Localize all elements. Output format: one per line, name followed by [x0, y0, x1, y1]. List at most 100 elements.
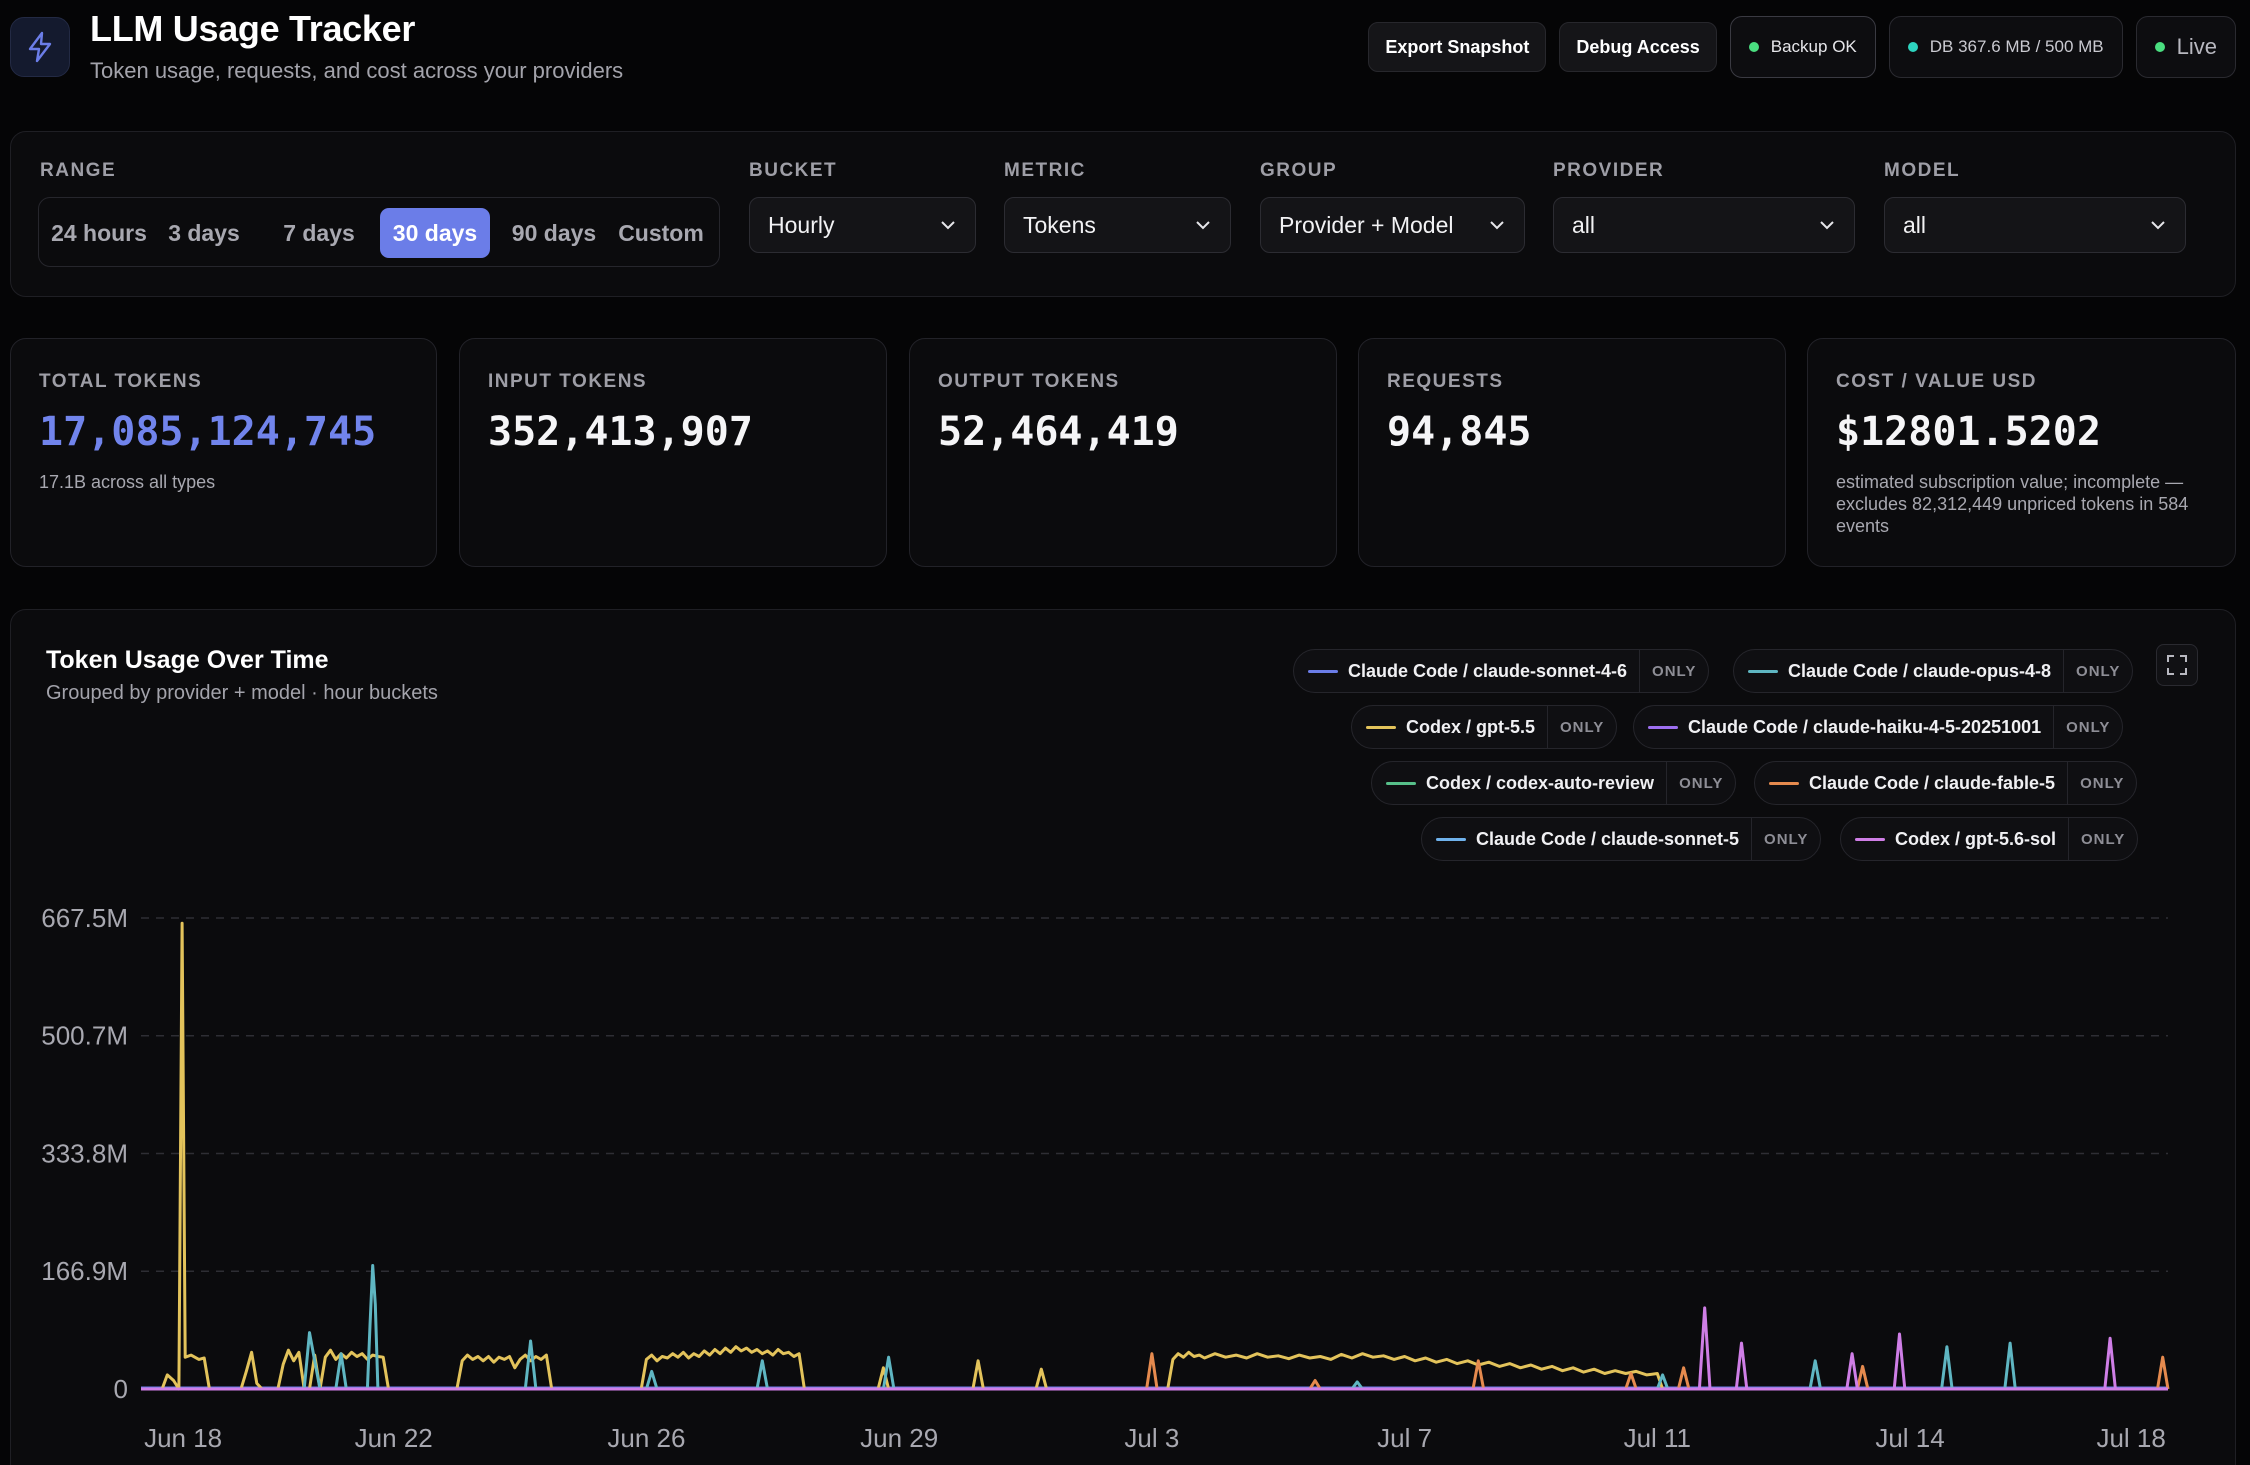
legend-item[interactable]: Codex / gpt-5.6-sol ONLY — [1840, 817, 2139, 861]
range-option-30-days[interactable]: 30 days — [380, 208, 490, 258]
group-label: GROUP — [1260, 160, 1338, 181]
x-tick-label: Jul 11 — [1624, 1423, 1691, 1453]
x-tick-label: Jun 18 — [144, 1423, 222, 1453]
bucket-select-value: Hourly — [768, 211, 835, 238]
y-tick-label: 500.7M — [41, 1021, 128, 1051]
range-selector: 24 hours 3 days 7 days 30 days 90 days C… — [38, 197, 720, 267]
legend-only-button[interactable]: ONLY — [2067, 762, 2136, 804]
stat-card-output-tokens: OUTPUT TOKENS 52,464,419 — [909, 338, 1337, 567]
series-line — [141, 1352, 2170, 1391]
legend-label: Claude Code / claude-haiku-4-5-20251001 — [1688, 716, 2042, 737]
stat-label: INPUT TOKENS — [488, 371, 648, 392]
chevron-down-icon — [2151, 221, 2165, 230]
legend-label: Codex / codex-auto-review — [1426, 772, 1655, 793]
group-select-value: Provider + Model — [1279, 211, 1454, 238]
legend-only-button[interactable]: ONLY — [1666, 762, 1735, 804]
x-tick-label: Jun 22 — [355, 1423, 433, 1453]
legend-swatch — [1386, 781, 1416, 785]
y-tick-label: 166.9M — [41, 1256, 128, 1286]
legend-only-button[interactable]: ONLY — [1639, 650, 1708, 692]
export-snapshot-button[interactable]: Export Snapshot — [1368, 22, 1547, 72]
stat-card-requests: REQUESTS 94,845 — [1358, 338, 1786, 567]
chevron-down-icon — [941, 221, 955, 230]
debug-access-button[interactable]: Debug Access — [1559, 22, 1717, 72]
x-tick-label: Jul 7 — [1377, 1423, 1432, 1453]
chevron-down-icon — [1820, 221, 1834, 230]
range-option-custom[interactable]: Custom — [611, 208, 711, 258]
legend-label: Claude Code / claude-sonnet-4-6 — [1348, 660, 1628, 681]
legend-swatch — [1748, 669, 1778, 673]
legend-label: Claude Code / claude-sonnet-5 — [1476, 828, 1740, 849]
chevron-down-icon — [1490, 221, 1504, 230]
legend-only-button[interactable]: ONLY — [2068, 818, 2137, 860]
legend-label: Claude Code / claude-fable-5 — [1809, 772, 2056, 793]
stat-note: 17.1B across all types — [39, 472, 216, 492]
bucket-label: BUCKET — [749, 160, 838, 181]
y-tick-label: 667.5M — [41, 903, 128, 933]
legend-only-button[interactable]: ONLY — [1751, 818, 1820, 860]
stat-card-total-tokens: TOTAL TOKENS 17,085,124,745 17.1B across… — [10, 338, 437, 567]
legend-only-button[interactable]: ONLY — [2053, 706, 2122, 748]
series-line — [141, 921, 2168, 1391]
provider-label: PROVIDER — [1553, 160, 1665, 181]
page-title: LLM Usage Tracker — [90, 8, 416, 49]
metric-select[interactable]: Tokens — [1004, 197, 1231, 253]
expand-chart-button[interactable] — [2156, 644, 2198, 686]
db-size-badge: DB 367.6 MB / 500 MB — [1888, 16, 2123, 78]
stat-value: 52,464,419 — [938, 409, 1179, 455]
model-select[interactable]: all — [1884, 197, 2186, 253]
stat-note: estimated subscription value; incomplete… — [1836, 472, 2189, 536]
legend-item[interactable]: Claude Code / claude-haiku-4-5-20251001 … — [1633, 705, 2124, 749]
legend-swatch — [1366, 725, 1396, 729]
stat-value: 94,845 — [1387, 409, 1532, 455]
legend-item[interactable]: Claude Code / claude-opus-4-8 ONLY — [1733, 649, 2134, 693]
backup-status-badge: Backup OK — [1729, 16, 1876, 78]
model-select-value: all — [1903, 211, 1927, 238]
live-status-badge: Live — [2135, 16, 2236, 78]
chevron-down-icon — [1196, 221, 1210, 230]
group-select[interactable]: Provider + Model — [1260, 197, 1525, 253]
token-usage-chart: 667.5M 500.7M 333.8M 166.9M 0 Jun 18 Jun 22 Jun… — [41, 903, 2170, 1453]
chart-title: Token Usage Over Time — [46, 646, 329, 674]
stat-value: 17,085,124,745 — [39, 409, 377, 455]
range-option-7-days[interactable]: 7 days — [269, 208, 369, 258]
status-dot-icon — [2154, 42, 2165, 52]
backup-status-label: Backup OK — [1770, 37, 1857, 56]
header-actions: Export Snapshot Debug Access Backup OK D… — [1368, 16, 2236, 78]
legend-swatch — [1648, 725, 1678, 729]
legend-item[interactable]: Codex / codex-auto-review ONLY — [1371, 761, 1737, 805]
db-size-label: DB 367.6 MB / 500 MB — [1929, 37, 2104, 56]
legend-label: Codex / gpt-5.6-sol — [1895, 828, 2057, 849]
stat-label: COST / VALUE USD — [1836, 371, 2037, 392]
range-option-3-days[interactable]: 3 days — [159, 208, 249, 258]
x-tick-label: Jun 26 — [607, 1423, 685, 1453]
legend-swatch — [1436, 837, 1466, 841]
stat-label: OUTPUT TOKENS — [938, 371, 1120, 392]
bucket-select[interactable]: Hourly — [749, 197, 976, 253]
legend-label: Claude Code / claude-opus-4-8 — [1788, 660, 2052, 681]
range-option-90-days[interactable]: 90 days — [499, 208, 609, 258]
legend-only-button[interactable]: ONLY — [1547, 706, 1616, 748]
legend-swatch — [1855, 837, 1885, 841]
legend-item[interactable]: Claude Code / claude-sonnet-4-6 ONLY — [1293, 649, 1710, 693]
provider-select[interactable]: all — [1553, 197, 1855, 253]
app-logo — [10, 17, 70, 77]
legend-item[interactable]: Claude Code / claude-fable-5 ONLY — [1754, 761, 2138, 805]
legend-swatch — [1769, 781, 1799, 785]
x-tick-label: Jul 18 — [2096, 1423, 2165, 1453]
x-tick-label: Jul 14 — [1875, 1423, 1944, 1453]
expand-icon — [2167, 655, 2187, 675]
stat-value: 352,413,907 — [488, 409, 753, 455]
page-subtitle: Token usage, requests, and cost across y… — [90, 58, 624, 83]
y-tick-label: 333.8M — [41, 1138, 128, 1168]
range-label: RANGE — [40, 160, 117, 181]
stat-label: TOTAL TOKENS — [39, 371, 203, 392]
legend-only-button[interactable]: ONLY — [2063, 650, 2132, 692]
model-label: MODEL — [1884, 160, 1961, 181]
range-option-24-hours[interactable]: 24 hours — [49, 208, 149, 258]
stat-card-input-tokens: INPUT TOKENS 352,413,907 — [459, 338, 887, 567]
legend-item[interactable]: Claude Code / claude-sonnet-5 ONLY — [1421, 817, 1822, 861]
stat-value: $12801.5202 — [1836, 409, 2101, 455]
x-tick-label: Jun 29 — [860, 1423, 938, 1453]
legend-item[interactable]: Codex / gpt-5.5 ONLY — [1351, 705, 1618, 749]
